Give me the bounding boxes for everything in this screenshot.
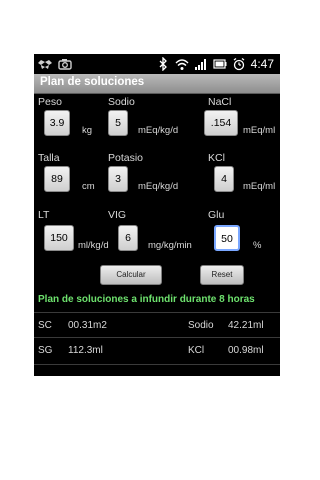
- peso-input[interactable]: 3.9: [44, 110, 70, 136]
- lt-unit: ml/kg/d: [78, 240, 109, 251]
- result-sc-value: 00.31m2: [68, 320, 107, 331]
- vig-label: VIG: [108, 209, 127, 221]
- result-sg-label: SG: [38, 345, 53, 356]
- talla-unit: cm: [82, 181, 95, 192]
- app-screen: 4:47 Plan de soluciones Peso 3.9 kg Sodi…: [34, 54, 280, 376]
- result-sg-value: 112.3ml: [68, 345, 103, 356]
- divider: [34, 312, 280, 313]
- kcl-label: KCl: [208, 152, 225, 164]
- result-sc-label: SC: [38, 320, 52, 331]
- sodio-unit: mEq/kg/d: [138, 125, 179, 136]
- peso-unit: kg: [82, 125, 93, 136]
- results-title: Plan de soluciones a infundir durante 8 …: [38, 294, 255, 305]
- calcular-button[interactable]: Calcular: [100, 265, 162, 285]
- nacl-input[interactable]: .154: [204, 110, 238, 136]
- bluetooth-icon: [159, 57, 167, 71]
- vig-input[interactable]: 6: [118, 225, 138, 251]
- status-time: 4:47: [250, 57, 274, 71]
- vig-unit: mg/kg/min: [148, 240, 192, 251]
- signal-icon: [194, 59, 206, 70]
- talla-input[interactable]: 89: [44, 166, 70, 192]
- alarm-icon: [233, 57, 245, 71]
- nacl-label: NaCl: [208, 96, 232, 108]
- result-sodio-label: Sodio: [188, 320, 214, 331]
- kcl-input[interactable]: 4: [214, 166, 234, 192]
- talla-label: Talla: [38, 152, 60, 164]
- result-kcl-label: KCl: [188, 345, 205, 356]
- kcl-unit: mEq/ml: [243, 181, 276, 192]
- potasio-label: Potasio: [108, 152, 144, 164]
- status-bar: 4:47: [34, 54, 280, 74]
- result-kcl-value: 00.98ml: [228, 345, 264, 356]
- camera-icon: [58, 59, 72, 70]
- lt-label: LT: [38, 209, 50, 221]
- divider: [34, 364, 280, 365]
- peso-label: Peso: [38, 96, 62, 108]
- result-sodio-value: 42.21ml: [228, 320, 264, 331]
- glu-label: Glu: [208, 209, 225, 221]
- battery-icon: [213, 59, 227, 69]
- glu-unit: %: [253, 240, 262, 251]
- lt-input[interactable]: 150: [44, 225, 74, 251]
- wifi-icon: [175, 59, 189, 70]
- potasio-input[interactable]: 3: [108, 166, 128, 192]
- potasio-unit: mEq/kg/d: [138, 181, 179, 192]
- nacl-unit: mEq/ml: [243, 125, 276, 136]
- sodio-label: Sodio: [108, 96, 135, 108]
- glu-input[interactable]: 50: [214, 225, 240, 251]
- title-bar: Plan de soluciones: [34, 74, 280, 94]
- page-title: Plan de soluciones: [40, 76, 145, 88]
- dropbox-icon: [38, 60, 52, 69]
- reset-button[interactable]: Reset: [200, 265, 244, 285]
- divider: [34, 337, 280, 338]
- sodio-input[interactable]: 5: [108, 110, 128, 136]
